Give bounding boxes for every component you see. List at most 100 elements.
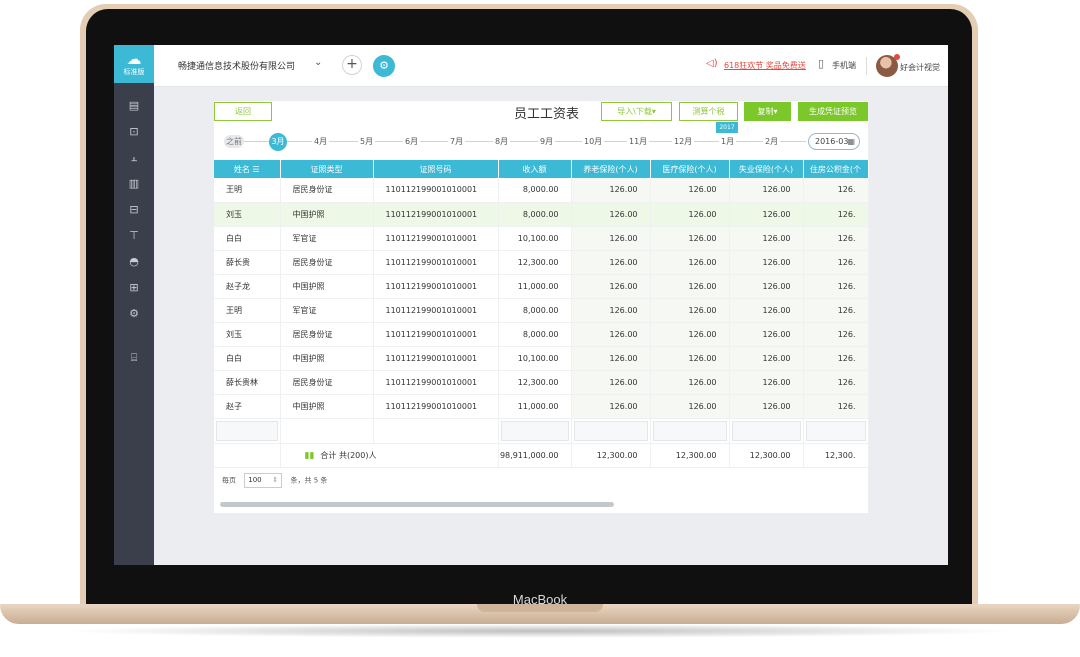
salary-nav-icon[interactable]: ◓ [114, 249, 154, 275]
column-header[interactable]: 失业保险(个人) [729, 160, 804, 178]
cell-id-number[interactable]: 110112199001010001 [373, 226, 499, 251]
assets-nav-icon[interactable]: ⊤ [114, 223, 154, 249]
cell-income[interactable]: 11,000.00 [498, 394, 572, 419]
cell-medical[interactable]: 126.00 [650, 322, 730, 347]
empty-input[interactable] [805, 420, 866, 441]
cell-housing-fund[interactable]: 126. [803, 370, 869, 395]
cell-income[interactable]: 8,000.00 [498, 202, 572, 227]
cell-pension[interactable]: 126.00 [571, 298, 651, 323]
cell-unemployment[interactable]: 126.00 [729, 370, 804, 395]
new-pension-cell[interactable] [571, 418, 651, 444]
promo-link[interactable]: 618狂欢节 奖品免费送 [724, 60, 806, 71]
mobile-link[interactable]: 手机端 [832, 60, 856, 71]
timeline-month[interactable]: 4月 [312, 136, 330, 147]
calendar-icon[interactable]: ▦ [847, 134, 855, 149]
timeline-month[interactable]: 12月 [672, 136, 695, 147]
cell-medical[interactable]: 126.00 [650, 178, 730, 203]
cell-income[interactable]: 8,000.00 [498, 298, 572, 323]
gift-nav-icon[interactable]: ⌸ [114, 345, 154, 371]
cell-unemployment[interactable]: 126.00 [729, 394, 804, 419]
cell-pension[interactable]: 126.00 [571, 274, 651, 299]
cell-housing-fund[interactable]: 126. [803, 322, 869, 347]
cell-name[interactable]: 白白 [214, 226, 281, 251]
calc-tax-button[interactable]: 测算个税 [679, 102, 738, 121]
books-nav-icon[interactable]: ▥ [114, 171, 154, 197]
cell-id-number[interactable]: 110112199001010001 [373, 394, 499, 419]
cell-income[interactable]: 11,000.00 [498, 274, 572, 299]
new-name-cell[interactable] [214, 418, 281, 444]
table-row[interactable]: 刘玉 居民身份证 110112199001010001 8,000.00 126… [214, 322, 869, 347]
invoice-nav-icon[interactable]: ⊞ [114, 275, 154, 301]
cell-medical[interactable]: 126.00 [650, 202, 730, 227]
timeline-month[interactable]: 10月 [582, 136, 605, 147]
app-logo[interactable]: ☁ 标准版 [114, 45, 154, 83]
cell-income[interactable]: 10,100.00 [498, 346, 572, 371]
cell-medical[interactable]: 126.00 [650, 370, 730, 395]
voucher-nav-icon[interactable]: ▤ [114, 93, 154, 119]
cell-id-number[interactable]: 110112199001010001 [373, 322, 499, 347]
timeline-month[interactable]: 1月 [719, 136, 737, 147]
cell-pension[interactable]: 126.00 [571, 346, 651, 371]
cell-name[interactable]: 赵子龙 [214, 274, 281, 299]
cell-name[interactable]: 薛长贵林 [214, 370, 281, 395]
cell-id-type[interactable]: 军官证 [280, 226, 374, 251]
column-header[interactable]: 养老保险(个人) [571, 160, 651, 178]
cell-name[interactable]: 刘玉 [214, 322, 281, 347]
cell-housing-fund[interactable]: 126. [803, 274, 869, 299]
new-unemployment-cell[interactable] [729, 418, 804, 444]
column-header[interactable]: 证照类型 [280, 160, 374, 178]
cell-id-number[interactable]: 110112199001010001 [373, 298, 499, 323]
timeline-before[interactable]: 之前 [224, 135, 244, 148]
cell-unemployment[interactable]: 126.00 [729, 346, 804, 371]
table-row[interactable]: 赵子龙 中国护照 110112199001010001 11,000.00 12… [214, 274, 869, 299]
empty-input[interactable] [500, 420, 569, 441]
cell-unemployment[interactable]: 126.00 [729, 322, 804, 347]
empty-input[interactable] [731, 420, 801, 441]
cell-pension[interactable]: 126.00 [571, 226, 651, 251]
table-row[interactable]: 刘玉 中国护照 110112199001010001 8,000.00 126.… [214, 202, 869, 227]
new-id-type-cell[interactable] [280, 418, 374, 444]
table-row[interactable]: 白白 军官证 110112199001010001 10,100.00 126.… [214, 226, 869, 251]
cell-housing-fund[interactable]: 126. [803, 394, 869, 419]
column-header[interactable]: 收入额 [498, 160, 572, 178]
new-income-cell[interactable] [498, 418, 572, 444]
copy-button[interactable]: 复制▾ [744, 102, 791, 121]
timeline-month[interactable]: 8月 [493, 136, 511, 147]
cell-income[interactable]: 12,300.00 [498, 250, 572, 275]
column-header[interactable]: 医疗保险(个人) [650, 160, 730, 178]
cell-unemployment[interactable]: 126.00 [729, 274, 804, 299]
chevron-down-icon[interactable]: ⌄ [314, 57, 322, 68]
cell-id-type[interactable]: 中国护照 [280, 202, 374, 227]
new-id-number-cell[interactable] [373, 418, 499, 444]
user-name[interactable]: 好会计视觉 [900, 62, 940, 73]
timeline-month[interactable]: 2月 [763, 136, 781, 147]
cell-name[interactable]: 王明 [214, 178, 281, 203]
cell-unemployment[interactable]: 126.00 [729, 298, 804, 323]
cell-unemployment[interactable]: 126.00 [729, 178, 804, 203]
cell-id-type[interactable]: 中国护照 [280, 394, 374, 419]
new-housing-cell[interactable] [803, 418, 869, 444]
column-header[interactable]: 证照号码 [373, 160, 499, 178]
cell-medical[interactable]: 126.00 [650, 226, 730, 251]
timeline-month[interactable]: 9月 [538, 136, 556, 147]
timeline-month[interactable]: 7月 [448, 136, 466, 147]
cell-unemployment[interactable]: 126.00 [729, 202, 804, 227]
timeline-month[interactable]: 6月 [403, 136, 421, 147]
cell-housing-fund[interactable]: 126. [803, 226, 869, 251]
back-button[interactable]: 返回 [214, 102, 272, 121]
tax-nav-icon[interactable]: ⊟ [114, 197, 154, 223]
timeline-month[interactable]: 11月 [627, 136, 650, 147]
cell-id-type[interactable]: 军官证 [280, 298, 374, 323]
table-row[interactable]: 赵子 中国护照 110112199001010001 11,000.00 126… [214, 394, 869, 419]
cell-housing-fund[interactable]: 126. [803, 346, 869, 371]
cell-income[interactable]: 12,300.00 [498, 370, 572, 395]
cell-id-type[interactable]: 中国护照 [280, 346, 374, 371]
page-size-input[interactable]: 100 ⇕ [244, 473, 283, 488]
cell-id-type[interactable]: 居民身份证 [280, 178, 374, 203]
cell-id-type[interactable]: 居民身份证 [280, 250, 374, 275]
cell-id-number[interactable]: 110112199001010001 [373, 202, 499, 227]
spinner-icon[interactable]: ⇕ [272, 474, 278, 487]
cell-pension[interactable]: 126.00 [571, 322, 651, 347]
cell-id-number[interactable]: 110112199001010001 [373, 346, 499, 371]
table-row[interactable]: 王明 居民身份证 110112199001010001 8,000.00 126… [214, 178, 869, 203]
